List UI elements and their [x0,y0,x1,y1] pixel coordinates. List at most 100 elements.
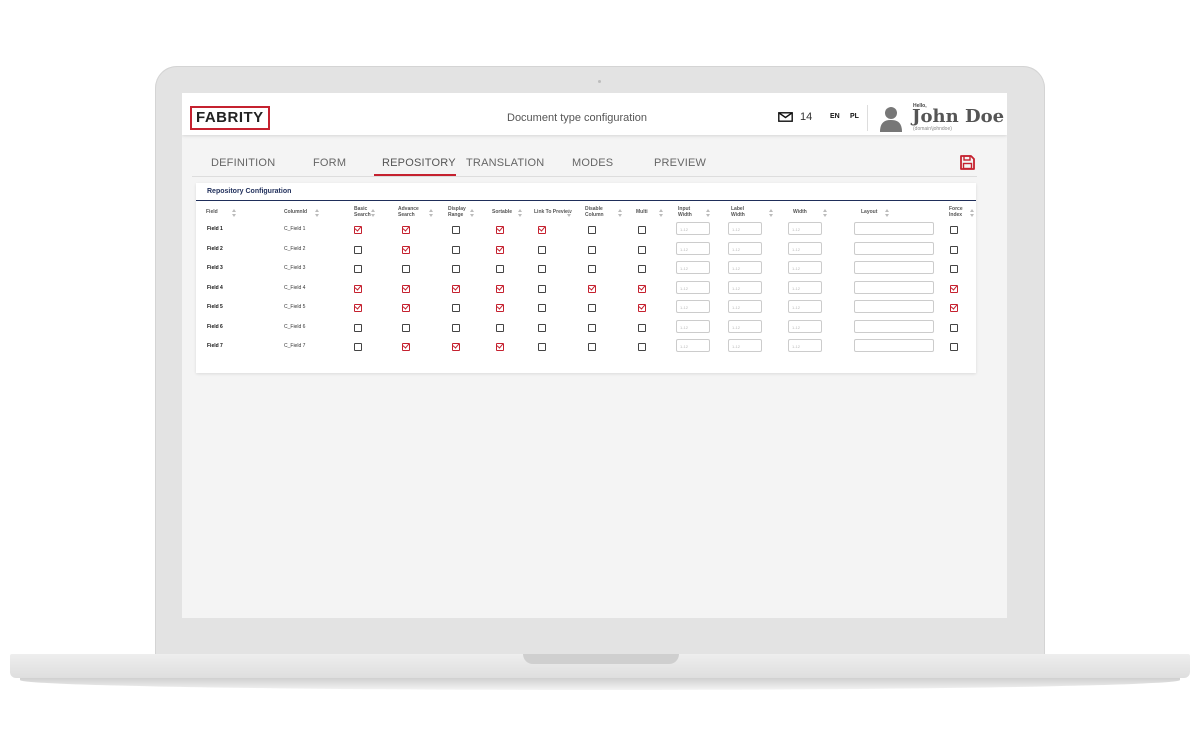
link-checkbox[interactable] [538,285,546,293]
column-header[interactable]: Field [206,209,218,215]
sort-icon[interactable] [315,209,320,217]
disable-checkbox[interactable] [588,226,596,234]
force-index-checkbox[interactable] [950,246,958,254]
input-width-field[interactable]: 1-12 [676,300,710,313]
mail-icon[interactable] [778,112,793,122]
column-header[interactable]: Width [793,209,807,215]
force-index-checkbox[interactable] [950,343,958,351]
column-header[interactable]: Force Index [949,206,963,218]
advance-checkbox[interactable] [402,304,410,312]
disable-checkbox[interactable] [588,343,596,351]
sort-icon[interactable] [429,209,434,217]
label-width-field[interactable]: 1-12 [728,281,762,294]
sort-icon[interactable] [567,209,572,217]
input-width-field[interactable]: 1-12 [676,339,710,352]
label-width-field[interactable]: 1-12 [728,261,762,274]
width-field[interactable]: 1-12 [788,222,822,235]
sort-icon[interactable] [769,209,774,217]
sort-icon[interactable] [706,209,711,217]
link-checkbox[interactable] [538,324,546,332]
force-index-checkbox[interactable] [950,285,958,293]
column-header[interactable]: Input Width [678,206,692,218]
range-checkbox[interactable] [452,285,460,293]
sortable-checkbox[interactable] [496,226,504,234]
disable-checkbox[interactable] [588,265,596,273]
sort-icon[interactable] [470,209,475,217]
label-width-field[interactable]: 1-12 [728,320,762,333]
label-width-field[interactable]: 1-12 [728,339,762,352]
force-index-checkbox[interactable] [950,265,958,273]
disable-checkbox[interactable] [588,304,596,312]
sort-icon[interactable] [885,209,890,217]
multi-checkbox[interactable] [638,304,646,312]
disable-checkbox[interactable] [588,246,596,254]
range-checkbox[interactable] [452,226,460,234]
sort-icon[interactable] [659,209,664,217]
link-checkbox[interactable] [538,265,546,273]
link-checkbox[interactable] [538,343,546,351]
advance-checkbox[interactable] [402,343,410,351]
range-checkbox[interactable] [452,343,460,351]
basic-checkbox[interactable] [354,226,362,234]
force-index-checkbox[interactable] [950,226,958,234]
link-checkbox[interactable] [538,304,546,312]
input-width-field[interactable]: 1-12 [676,222,710,235]
width-field[interactable]: 1-12 [788,339,822,352]
multi-checkbox[interactable] [638,246,646,254]
column-header[interactable]: Basic Search [354,206,371,218]
layout-field[interactable] [854,222,934,235]
basic-checkbox[interactable] [354,343,362,351]
width-field[interactable]: 1-12 [788,242,822,255]
sortable-checkbox[interactable] [496,304,504,312]
range-checkbox[interactable] [452,324,460,332]
force-index-checkbox[interactable] [950,304,958,312]
input-width-field[interactable]: 1-12 [676,261,710,274]
column-header[interactable]: Display Range [448,206,466,218]
label-width-field[interactable]: 1-12 [728,242,762,255]
sort-icon[interactable] [970,209,975,217]
user-name[interactable]: John Doe [912,108,1004,126]
advance-checkbox[interactable] [402,324,410,332]
user-avatar-icon[interactable] [879,106,903,132]
label-width-field[interactable]: 1-12 [728,222,762,235]
force-index-checkbox[interactable] [950,324,958,332]
tab-translation[interactable]: TRANSLATION [466,157,544,169]
disable-checkbox[interactable] [588,324,596,332]
column-header[interactable]: ColumnId [284,209,307,215]
basic-checkbox[interactable] [354,304,362,312]
tab-definition[interactable]: DEFINITION [211,157,275,169]
basic-checkbox[interactable] [354,246,362,254]
multi-checkbox[interactable] [638,285,646,293]
layout-field[interactable] [854,320,934,333]
column-header[interactable]: Advance Search [398,206,419,218]
column-header[interactable]: Layout [861,209,877,215]
sort-icon[interactable] [618,209,623,217]
advance-checkbox[interactable] [402,226,410,234]
basic-checkbox[interactable] [354,285,362,293]
layout-field[interactable] [854,242,934,255]
language-pl[interactable]: PL [850,113,859,120]
multi-checkbox[interactable] [638,324,646,332]
tab-form[interactable]: FORM [313,157,346,169]
advance-checkbox[interactable] [402,246,410,254]
language-en[interactable]: EN [830,113,840,120]
column-header[interactable]: Multi [636,209,648,215]
link-checkbox[interactable] [538,226,546,234]
sortable-checkbox[interactable] [496,343,504,351]
sortable-checkbox[interactable] [496,246,504,254]
label-width-field[interactable]: 1-12 [728,300,762,313]
input-width-field[interactable]: 1-12 [676,242,710,255]
disable-checkbox[interactable] [588,285,596,293]
sort-icon[interactable] [518,209,523,217]
range-checkbox[interactable] [452,304,460,312]
tab-repository[interactable]: REPOSITORY [382,157,456,169]
width-field[interactable]: 1-12 [788,261,822,274]
column-header[interactable]: Disable Column [585,206,604,218]
input-width-field[interactable]: 1-12 [676,320,710,333]
multi-checkbox[interactable] [638,226,646,234]
sort-icon[interactable] [232,209,237,217]
multi-checkbox[interactable] [638,265,646,273]
sortable-checkbox[interactable] [496,265,504,273]
multi-checkbox[interactable] [638,343,646,351]
sortable-checkbox[interactable] [496,324,504,332]
